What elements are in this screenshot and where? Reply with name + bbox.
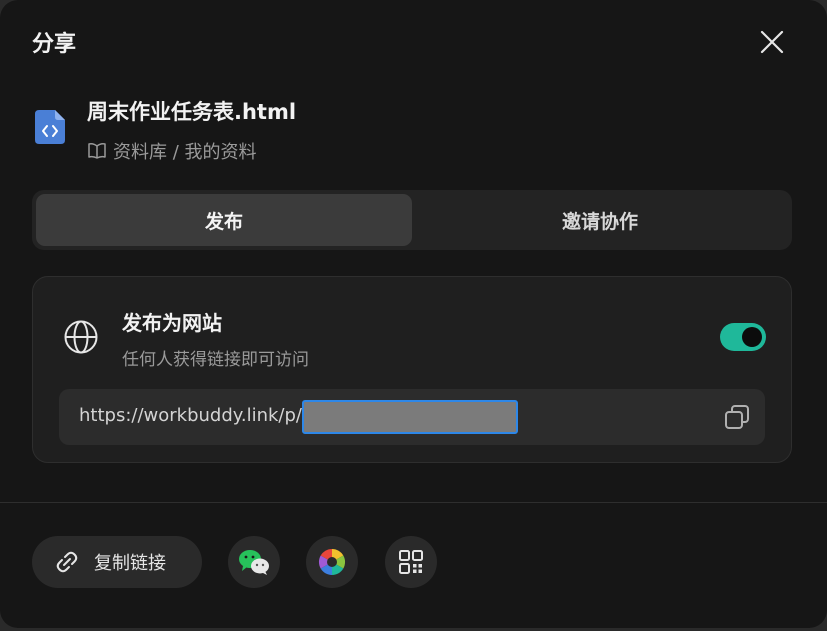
share-url-field[interactable]: https://workbuddy.link/p/	[59, 389, 765, 445]
footer-divider	[0, 502, 827, 503]
file-location: 资料库 / 我的资料	[87, 138, 257, 164]
share-moments-button[interactable]	[306, 536, 358, 588]
publish-description: 任何人获得链接即可访问	[122, 350, 309, 370]
close-icon	[760, 30, 784, 54]
moments-aperture-icon	[318, 548, 346, 576]
publish-toggle[interactable]	[720, 323, 766, 351]
globe-icon	[64, 320, 98, 354]
link-icon	[56, 551, 78, 573]
share-url-redacted	[302, 400, 518, 434]
publish-card: 发布为网站 任何人获得链接即可访问 https://workbuddy.link…	[32, 276, 792, 463]
share-url-prefix: https://workbuddy.link/p/	[79, 405, 302, 426]
tab-publish[interactable]: 发布	[36, 194, 412, 246]
share-tabs: 发布 邀请协作	[32, 190, 792, 250]
toggle-knob	[742, 327, 762, 347]
share-wechat-button[interactable]	[228, 536, 280, 588]
qr-code-icon	[399, 550, 423, 574]
publish-title: 发布为网站	[122, 311, 222, 335]
share-dialog: 分享 周末作业任务表.html 资料库 / 我的资料 发布 邀请协作 发布为网站…	[0, 0, 827, 628]
html-file-icon	[35, 110, 65, 144]
qr-code-button[interactable]	[385, 536, 437, 588]
dialog-title: 分享	[32, 32, 77, 57]
close-button[interactable]	[754, 24, 790, 60]
copy-icon[interactable]	[723, 403, 751, 431]
book-icon	[88, 143, 106, 159]
file-path-text: 资料库 / 我的资料	[113, 142, 257, 163]
copy-link-button[interactable]: 复制链接	[32, 536, 202, 588]
file-name: 周末作业任务表.html	[87, 100, 297, 124]
wechat-icon	[239, 550, 269, 575]
tab-invite-collaborate[interactable]: 邀请协作	[412, 194, 788, 246]
copy-link-label: 复制链接	[94, 553, 166, 574]
